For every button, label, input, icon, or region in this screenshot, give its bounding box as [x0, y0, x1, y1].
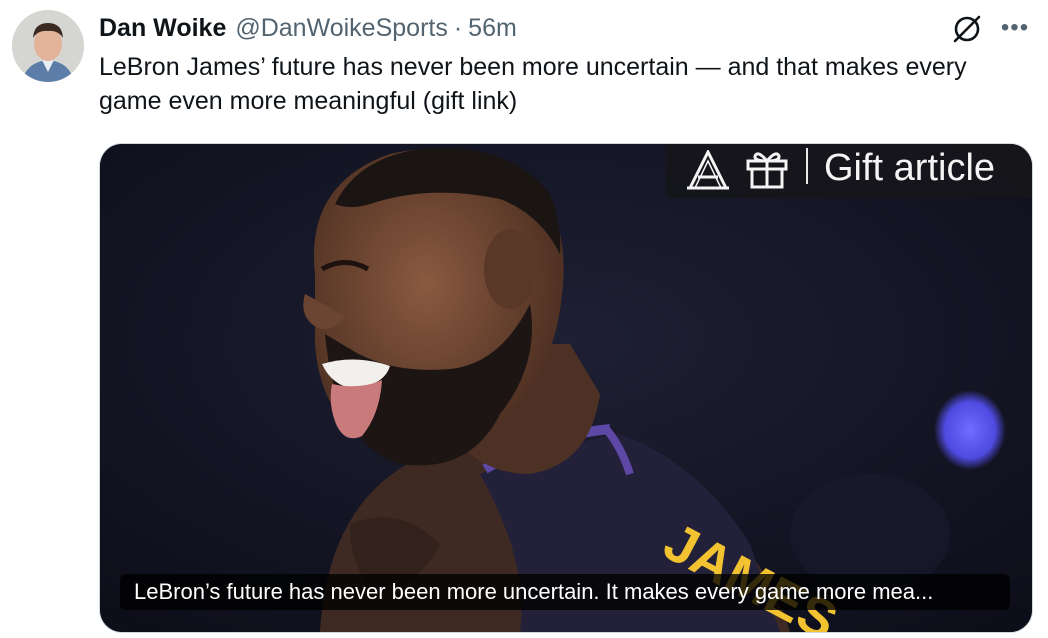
- tweet-header: Dan Woike @DanWoikeSports · 56m: [99, 12, 517, 44]
- card-caption: LeBron’s future has never been more unce…: [120, 574, 1010, 610]
- author-name[interactable]: Dan Woike: [99, 14, 226, 43]
- more-icon[interactable]: •••: [998, 16, 1032, 40]
- article-photo: JAMES: [100, 144, 1032, 632]
- the-athletic-logo: [687, 150, 729, 190]
- separator-dot: ·: [453, 13, 463, 42]
- timestamp[interactable]: 56m: [468, 14, 517, 43]
- author-handle[interactable]: @DanWoikeSports: [235, 14, 448, 43]
- gift-article-bar[interactable]: Gift article: [666, 144, 1032, 198]
- gift-article-label: Gift article: [824, 147, 996, 189]
- grok-icon[interactable]: [950, 12, 984, 46]
- avatar[interactable]: [12, 10, 84, 82]
- tweet-text: LeBron James’ future has never been more…: [99, 53, 967, 115]
- gift-icon: [746, 152, 788, 189]
- link-card[interactable]: JAMES Gift article LeBron’s future has n…: [100, 144, 1032, 632]
- divider: [806, 148, 808, 184]
- avatar-photo: [12, 10, 84, 82]
